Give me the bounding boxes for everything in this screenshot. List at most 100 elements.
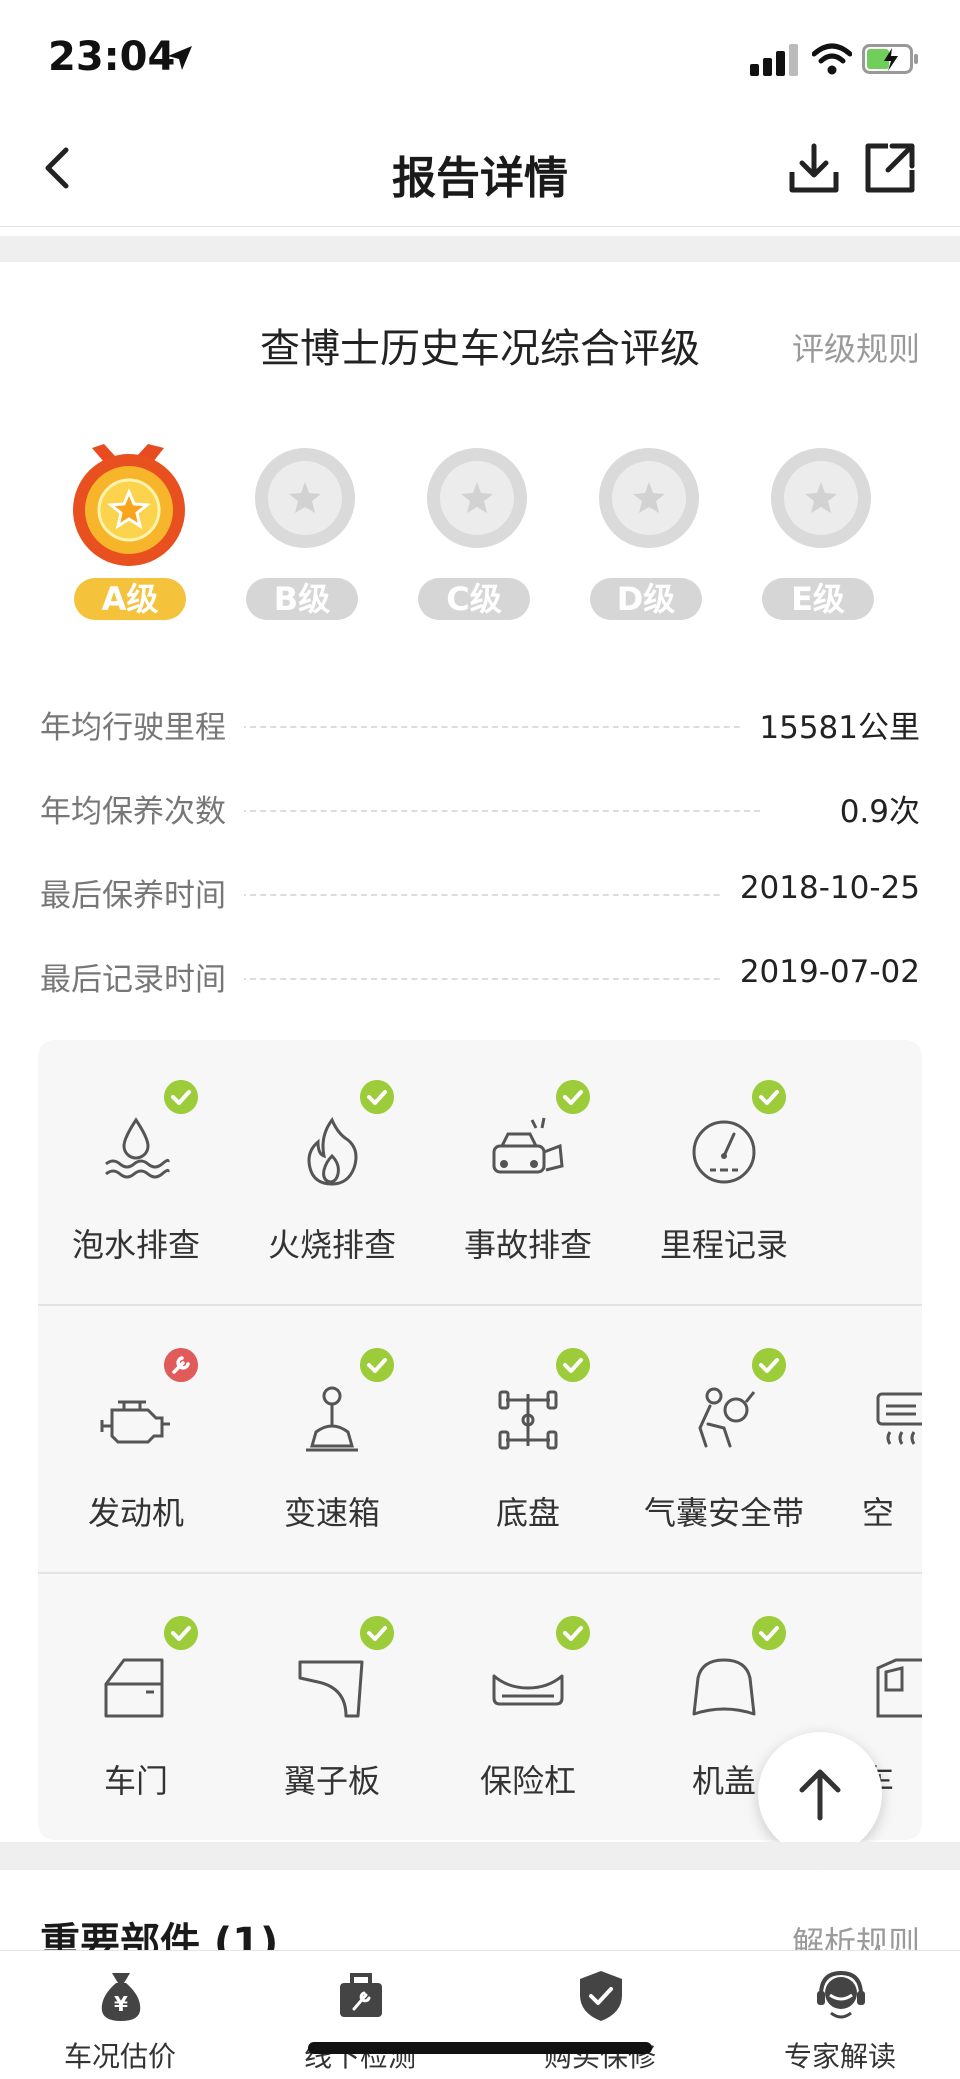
check-icon [752, 1616, 786, 1650]
check-icon [556, 1616, 590, 1650]
home-indicator [308, 2042, 652, 2054]
tab-valuation[interactable]: ¥ 车况估价 [0, 1951, 240, 2079]
medal-b-icon [255, 448, 355, 548]
grade-b-pill: B级 [246, 578, 358, 620]
battery-icon [862, 44, 918, 74]
grid-item-fender[interactable]: 翼子板 [234, 1576, 430, 1840]
grade-d-pill: D级 [590, 578, 702, 620]
grade-c-pill: C级 [418, 578, 530, 620]
air-conditioner-icon [876, 1392, 922, 1445]
stat-last-record: 最后记录时间 2019-07-02 [40, 950, 920, 1000]
dashed-leader [240, 810, 760, 812]
check-icon [556, 1080, 590, 1114]
grid-item-chassis[interactable]: 底盘 [430, 1308, 626, 1576]
tab-label: 车况估价 [63, 2040, 176, 2073]
hood-icon [692, 1658, 756, 1716]
shield-check-icon [580, 1971, 622, 2021]
check-icon [164, 1616, 198, 1650]
download-icon[interactable] [786, 140, 842, 196]
item-label: 车门 [103, 1762, 168, 1800]
check-icon [556, 1348, 590, 1382]
grid-item-fire-check[interactable]: 火烧排查 [234, 1040, 430, 1308]
grade-a-pill: A级 [74, 578, 186, 620]
grid-item-gearbox[interactable]: 变速箱 [234, 1308, 430, 1576]
item-label: 里程记录 [659, 1226, 788, 1264]
toolbox-icon [340, 1973, 382, 2017]
stat-label: 最后记录时间 [40, 954, 244, 999]
tab-label: 线下检测 [303, 2040, 416, 2073]
fender-icon [298, 1660, 364, 1718]
check-icon [360, 1080, 394, 1114]
grid-item-bumper[interactable]: 保险杠 [430, 1576, 626, 1840]
signal-bar [776, 51, 785, 76]
stat-label: 年均行驶里程 [40, 702, 244, 747]
item-label: 发动机 [87, 1494, 184, 1532]
stat-value: 2018-10-25 [721, 870, 920, 906]
grade-e-pill: E级 [762, 578, 874, 620]
stat-annual-mileage: 年均行驶里程 15581公里 [40, 698, 920, 748]
engine-icon [100, 1400, 170, 1444]
medal-e-icon [771, 448, 871, 548]
car-door-icon [104, 1658, 164, 1718]
check-icon [752, 1348, 786, 1382]
dashed-leader [240, 978, 760, 980]
grid-item-flood-check[interactable]: 泡水排查 [38, 1040, 234, 1308]
tab-label: 专家解读 [783, 2040, 896, 2073]
arrow-up-icon [799, 1769, 841, 1821]
rating-rule-link[interactable]: 评级规则 [792, 324, 920, 370]
wifi-icon [812, 43, 852, 75]
grid-item-door[interactable]: 车门 [38, 1576, 234, 1840]
grid-divider [38, 1572, 922, 1574]
airbag-icon [698, 1387, 756, 1448]
signal-bar [789, 44, 798, 76]
status-icons [750, 42, 920, 78]
grid-item-airbag-seatbelt[interactable]: 气囊安全带 [626, 1308, 822, 1576]
grid-item-air-conditioning[interactable]: 空 [822, 1308, 922, 1576]
chassis-icon [498, 1390, 558, 1450]
item-label: 保险杠 [479, 1762, 576, 1800]
flame-icon [307, 1117, 358, 1186]
stat-label: 最后保养时间 [40, 870, 244, 915]
bottom-tab-bar: ¥ 车况估价 线下检测 购买保修 专家解读 [0, 1950, 960, 2079]
bumper-icon [492, 1674, 564, 1706]
gear-shift-icon [306, 1386, 358, 1452]
item-label: 气囊安全带 [643, 1494, 804, 1532]
item-label: 空 [862, 1494, 895, 1532]
section-divider [0, 236, 960, 262]
check-icon [360, 1616, 394, 1650]
inspection-grid: 泡水排查 火烧排查 事故排查 里程记录 发动机 变速箱 底盘 气囊安全带 空 车… [38, 1040, 922, 1840]
item-label: 变速箱 [283, 1494, 380, 1532]
item-label: 泡水排查 [71, 1226, 200, 1264]
stat-value: 15581公里 [741, 702, 920, 747]
medal-d-icon [599, 448, 699, 548]
stat-value: 0.9次 [821, 786, 920, 831]
medal-a-icon [73, 444, 185, 566]
item-label: 底盘 [495, 1494, 560, 1532]
check-icon [360, 1348, 394, 1382]
grid-divider [38, 1304, 922, 1306]
status-bar: 23:04 [0, 0, 960, 118]
tab-warranty[interactable]: 购买保修 [480, 1951, 720, 2079]
share-icon[interactable] [862, 140, 918, 196]
section-divider [0, 1842, 960, 1870]
grid-item-mileage-record[interactable]: 里程记录 [626, 1040, 822, 1308]
grid-item-engine[interactable]: 发动机 [38, 1308, 234, 1576]
car-crash-icon [492, 1117, 564, 1174]
signal-bar [763, 58, 772, 76]
scroll-to-top-button[interactable] [758, 1732, 882, 1856]
water-drop-icon [105, 1117, 170, 1179]
grid-row-2: 发动机 变速箱 底盘 气囊安全带 空 [38, 1308, 922, 1576]
dashed-leader [240, 726, 760, 728]
tab-offline-inspection[interactable]: 线下检测 [240, 1951, 480, 2079]
grid-item-accident-check[interactable]: 事故排查 [430, 1040, 626, 1308]
tab-expert-review[interactable]: 专家解读 [720, 1951, 960, 2079]
headset-icon [817, 1970, 865, 2019]
speedometer-icon [692, 1120, 756, 1184]
money-bag-icon: ¥ [101, 1973, 141, 2021]
location-arrow-icon [168, 46, 192, 70]
stat-value: 2019-07-02 [721, 954, 920, 990]
item-label: 火烧排查 [267, 1226, 396, 1264]
grid-row-1: 泡水排查 火烧排查 事故排查 里程记录 [38, 1040, 922, 1308]
stat-last-maintenance: 最后保养时间 2018-10-25 [40, 866, 920, 916]
nav-header: 报告详情 [0, 118, 960, 227]
